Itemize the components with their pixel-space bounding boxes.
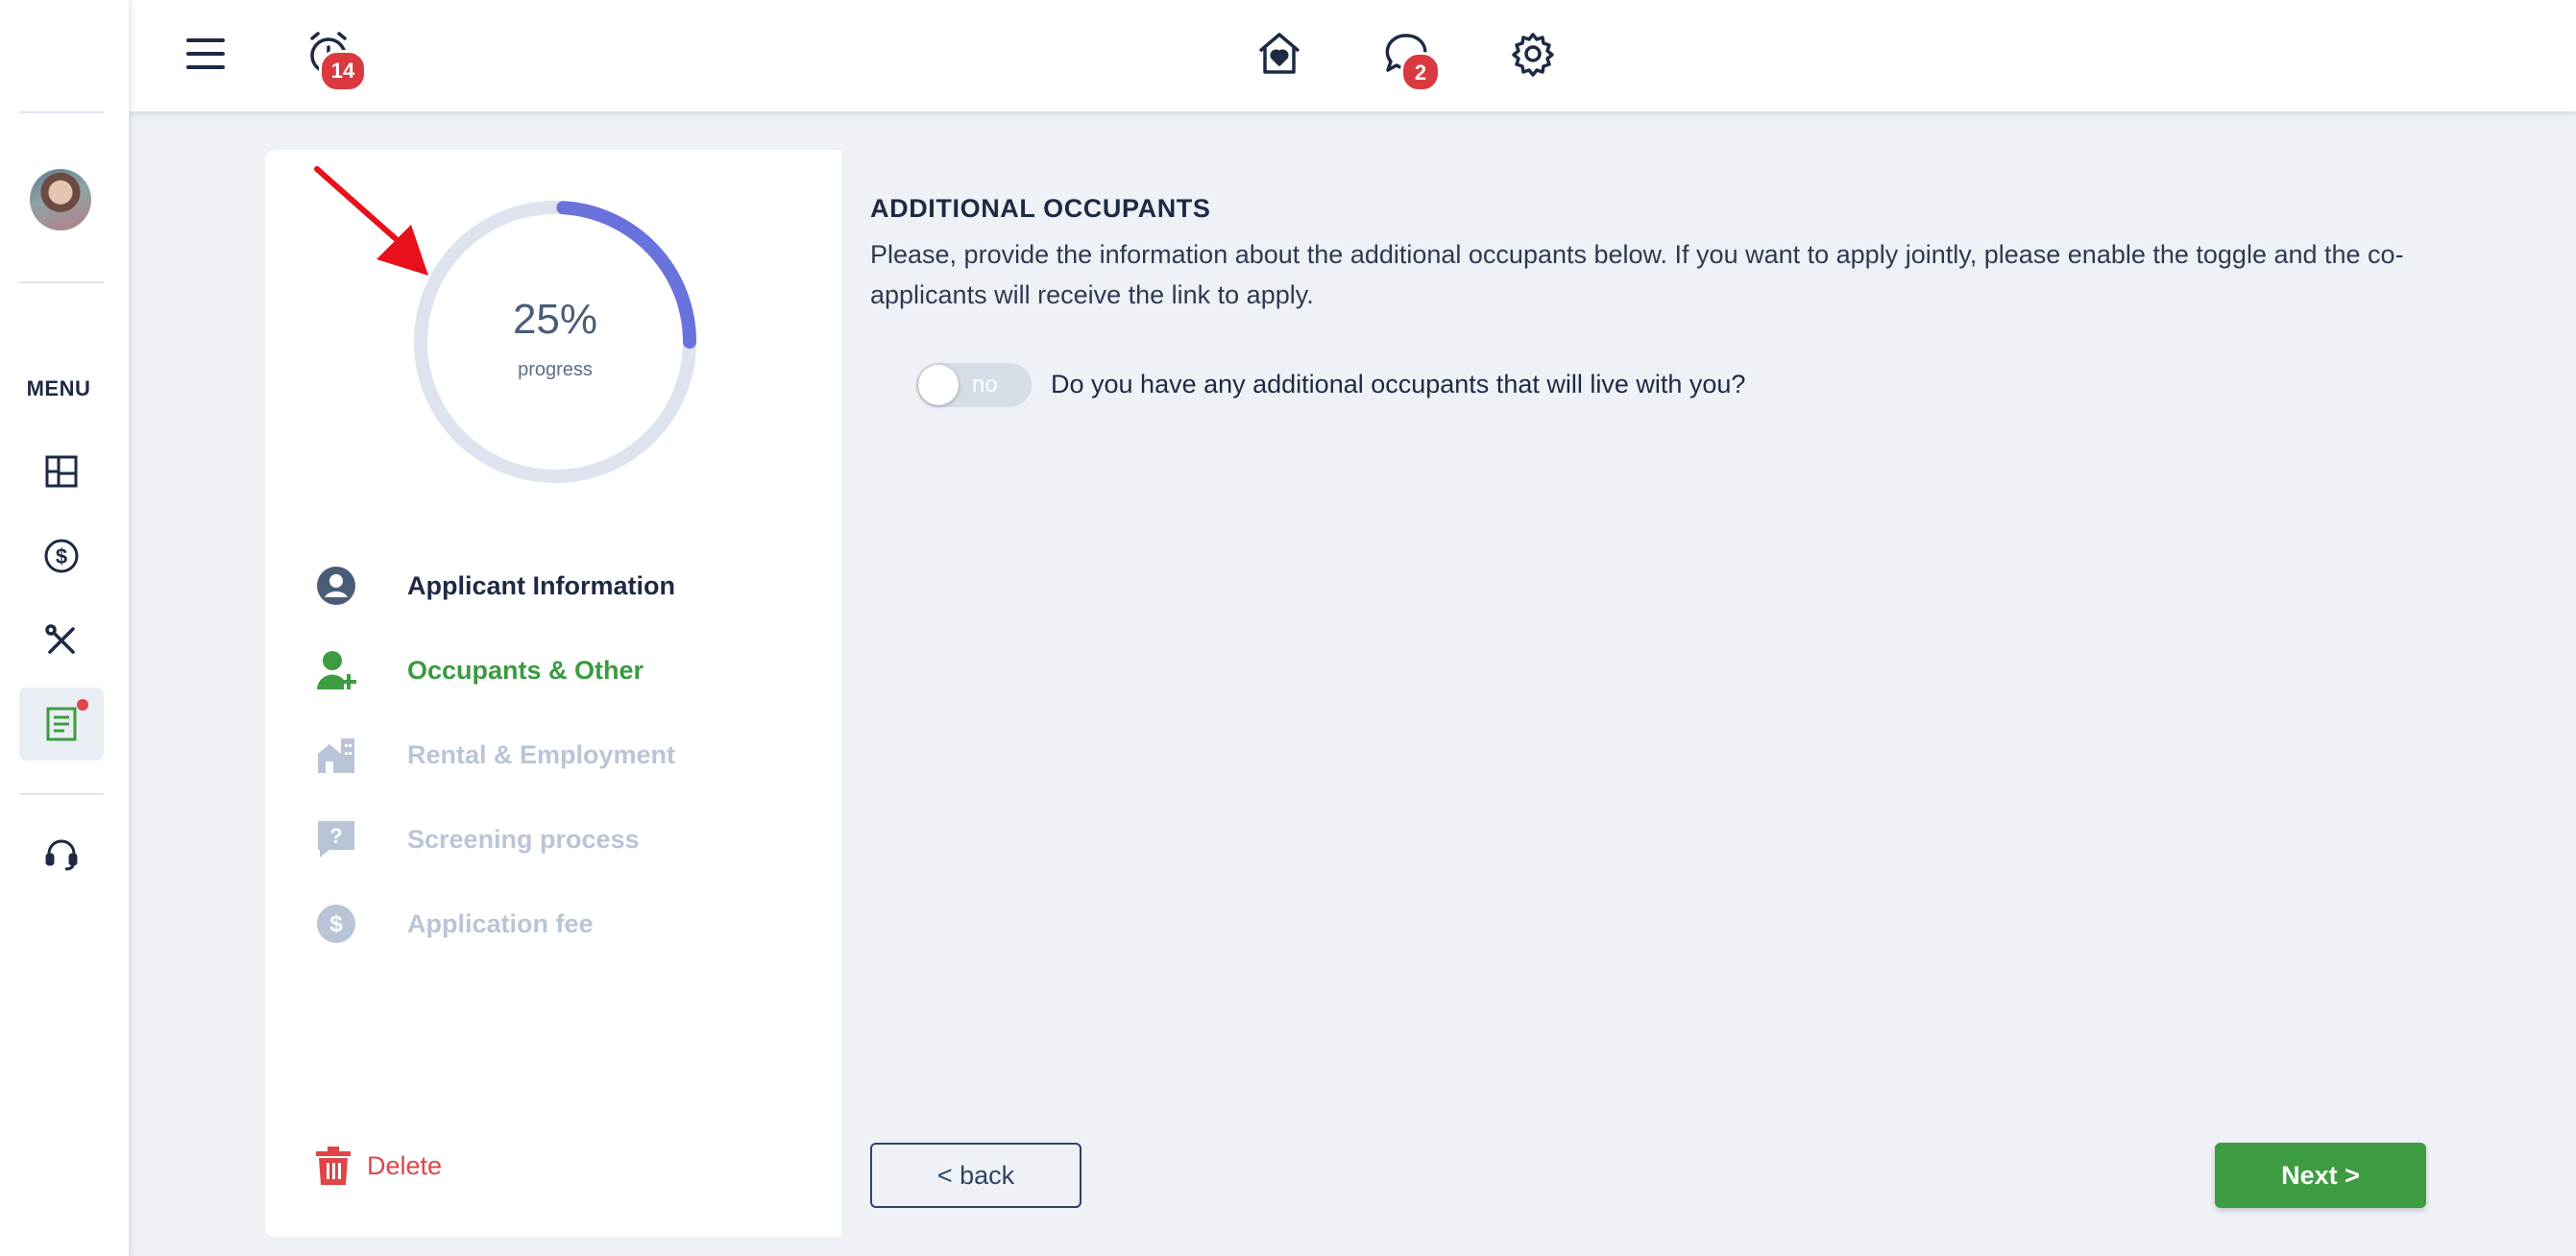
avatar[interactable]	[30, 169, 91, 230]
step-label: Screening process	[407, 824, 640, 854]
step-applicant-information[interactable]: Applicant Information	[315, 563, 675, 609]
sidebar-item-applications[interactable]	[19, 688, 104, 761]
delete-button[interactable]: Delete	[315, 1145, 442, 1187]
tools-icon	[45, 624, 75, 654]
notification-dot	[77, 699, 88, 711]
step-label: Rental & Employment	[407, 739, 676, 769]
menu-label: MENU	[26, 376, 91, 400]
application-icon	[46, 707, 77, 741]
gear-icon	[1512, 33, 1554, 77]
toggle-question: Do you have any additional occupants tha…	[1051, 370, 1746, 399]
progress-value: 25%	[512, 296, 598, 343]
step-application-fee[interactable]: $ Application fee	[315, 901, 594, 947]
next-button[interactable]: Next >	[2215, 1143, 2426, 1208]
support-headset-icon	[45, 839, 78, 871]
home-button[interactable]	[1251, 25, 1308, 83]
section-title: ADDITIONAL OCCUPANTS	[870, 194, 1211, 223]
delete-label: Delete	[367, 1150, 443, 1180]
sidebar-item-support[interactable]	[19, 818, 104, 891]
dashboard-icon	[45, 455, 78, 488]
messages-badge: 2	[1400, 52, 1441, 92]
sidebar-item-payments[interactable]: $	[19, 519, 104, 592]
hamburger-icon	[186, 38, 225, 69]
sidebar-divider	[19, 111, 104, 113]
building-icon	[315, 734, 357, 776]
question-bubble-icon: ?	[315, 818, 357, 860]
sidebar-divider	[19, 281, 104, 283]
dollar-icon: $	[44, 539, 79, 573]
progress-label: progress	[518, 359, 593, 380]
step-screening-process[interactable]: ? Screening process	[315, 816, 640, 862]
user-circle-icon	[315, 565, 357, 607]
trash-icon	[316, 1147, 351, 1185]
toggle-text: no	[972, 372, 998, 398]
sidebar-item-maintenance[interactable]	[19, 604, 104, 677]
add-user-icon	[315, 649, 357, 691]
sidebar-divider	[19, 793, 104, 795]
svg-text:$: $	[329, 911, 343, 937]
alarm-badge: 14	[319, 50, 367, 92]
sidebar-item-dashboard[interactable]	[19, 435, 104, 508]
hamburger-menu-button[interactable]	[179, 29, 232, 79]
sidebar: MENU $	[0, 0, 129, 1256]
additional-occupants-toggle[interactable]: no	[916, 363, 1032, 407]
steps-panel: 25% progress Applicant Information Occup…	[265, 150, 841, 1237]
step-label: Applicant Information	[407, 570, 675, 600]
section-description: Please, provide the information about th…	[870, 240, 2404, 309]
home-heart-icon	[1258, 33, 1300, 74]
step-occupants-other[interactable]: Occupants & Other	[315, 647, 644, 693]
top-bar: 14 2	[129, 0, 2576, 111]
step-label: Occupants & Other	[407, 655, 644, 685]
toggle-knob	[918, 365, 959, 405]
dollar-circle-icon: $	[315, 903, 357, 945]
main-content: ADDITIONAL OCCUPANTS Please, provide the…	[870, 150, 2426, 1237]
back-button[interactable]: < back	[870, 1143, 1081, 1208]
step-rental-employment[interactable]: Rental & Employment	[315, 732, 675, 778]
settings-button[interactable]	[1504, 25, 1562, 83]
svg-text:?: ?	[329, 824, 342, 848]
step-label: Application fee	[407, 908, 594, 938]
svg-text:$: $	[56, 544, 67, 568]
